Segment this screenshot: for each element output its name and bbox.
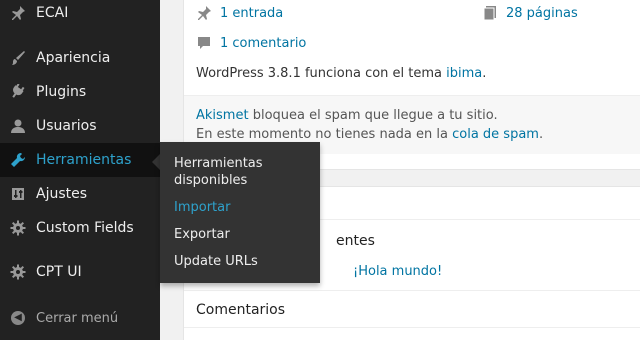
plug-icon <box>0 84 36 100</box>
menu-item-ajustes[interactable]: Ajustes <box>0 177 160 211</box>
akismet-link[interactable]: Akismet <box>196 108 249 123</box>
submenu-item-exportar[interactable]: Exportar <box>174 226 314 243</box>
pages-link[interactable]: 28 páginas <box>506 6 578 21</box>
akismet-line-1-text: bloquea el spam que llegue a tu sitio. <box>248 108 498 123</box>
collapse-menu-button[interactable]: ◀ Cerrar menú <box>0 302 160 334</box>
wrench-icon <box>0 152 36 168</box>
akismet-line-2: En este momento no tienes nada en la col… <box>196 127 543 142</box>
gear-icon <box>0 264 36 280</box>
akismet-line-1: Akismet bloquea el spam que llegue a tu … <box>196 108 498 123</box>
recent-post-link[interactable]: ¡Hola mundo! <box>353 264 442 279</box>
menu-item-herramientas[interactable]: Herramientas <box>0 143 160 177</box>
pin-icon <box>196 5 220 21</box>
comments-count: 1 comentario <box>196 35 306 51</box>
user-icon <box>0 118 36 134</box>
brush-icon <box>0 50 36 66</box>
menu-separator <box>0 250 160 251</box>
wp-version-suffix: . <box>482 66 487 81</box>
menu-item-usuarios[interactable]: Usuarios <box>0 109 160 143</box>
admin-sidebar: ECAI Apariencia Plugins Usuarios Herrami… <box>0 0 160 340</box>
sliders-icon <box>0 186 36 202</box>
collapse-arrow-icon: ◀ <box>0 311 36 325</box>
menu-item-ecai[interactable]: ECAI <box>0 0 160 30</box>
tools-submenu: Herramientas disponibles Importar Export… <box>160 142 320 283</box>
pages-count: 28 páginas <box>482 5 578 21</box>
divider <box>184 327 640 328</box>
menu-item-label: Usuarios <box>36 118 97 134</box>
wp-version-prefix: WordPress 3.8.1 funciona con el tema <box>196 66 447 81</box>
wp-version-text: WordPress 3.8.1 funciona con el tema ibi… <box>196 66 486 81</box>
theme-link[interactable]: ibima <box>446 66 482 81</box>
menu-item-plugins[interactable]: Plugins <box>0 75 160 109</box>
menu-item-label: Apariencia <box>36 50 111 66</box>
gear-icon <box>0 220 36 236</box>
posts-count: 1 entrada <box>196 5 283 21</box>
menu-item-custom-fields[interactable]: Custom Fields <box>0 211 160 245</box>
divider <box>184 290 640 291</box>
akismet-line-2-text: En este momento no tienes nada en la <box>196 127 453 142</box>
recent-post-item: ¡Hola mundo! <box>353 264 442 279</box>
flyout-arrow <box>152 154 160 170</box>
menu-item-label: Custom Fields <box>36 220 134 236</box>
recent-section-title: entes <box>336 233 375 249</box>
submenu-item-importar[interactable]: Importar <box>174 199 314 216</box>
posts-link[interactable]: 1 entrada <box>220 6 283 21</box>
menu-item-apariencia[interactable]: Apariencia <box>0 41 160 75</box>
menu-item-label: Herramientas <box>36 152 132 168</box>
menu-item-label: CPT UI <box>36 264 82 280</box>
menu-item-cpt-ui[interactable]: CPT UI <box>0 255 160 289</box>
submenu-item-herramientas-disponibles[interactable]: Herramientas disponibles <box>174 155 314 189</box>
menu-item-label: Ajustes <box>36 186 88 202</box>
pin-icon <box>0 5 36 21</box>
menu-item-label: Plugins <box>36 84 87 100</box>
collapse-menu-label: Cerrar menú <box>36 310 119 326</box>
comments-link[interactable]: 1 comentario <box>220 36 306 51</box>
akismet-line-2-suffix: . <box>538 127 544 142</box>
spam-queue-link[interactable]: cola de spam <box>452 127 539 142</box>
comments-section-title: Comentarios <box>196 302 286 318</box>
comment-icon <box>196 35 220 51</box>
submenu-item-update-urls[interactable]: Update URLs <box>174 253 314 270</box>
menu-item-label: ECAI <box>36 5 69 21</box>
pages-icon <box>482 5 506 21</box>
